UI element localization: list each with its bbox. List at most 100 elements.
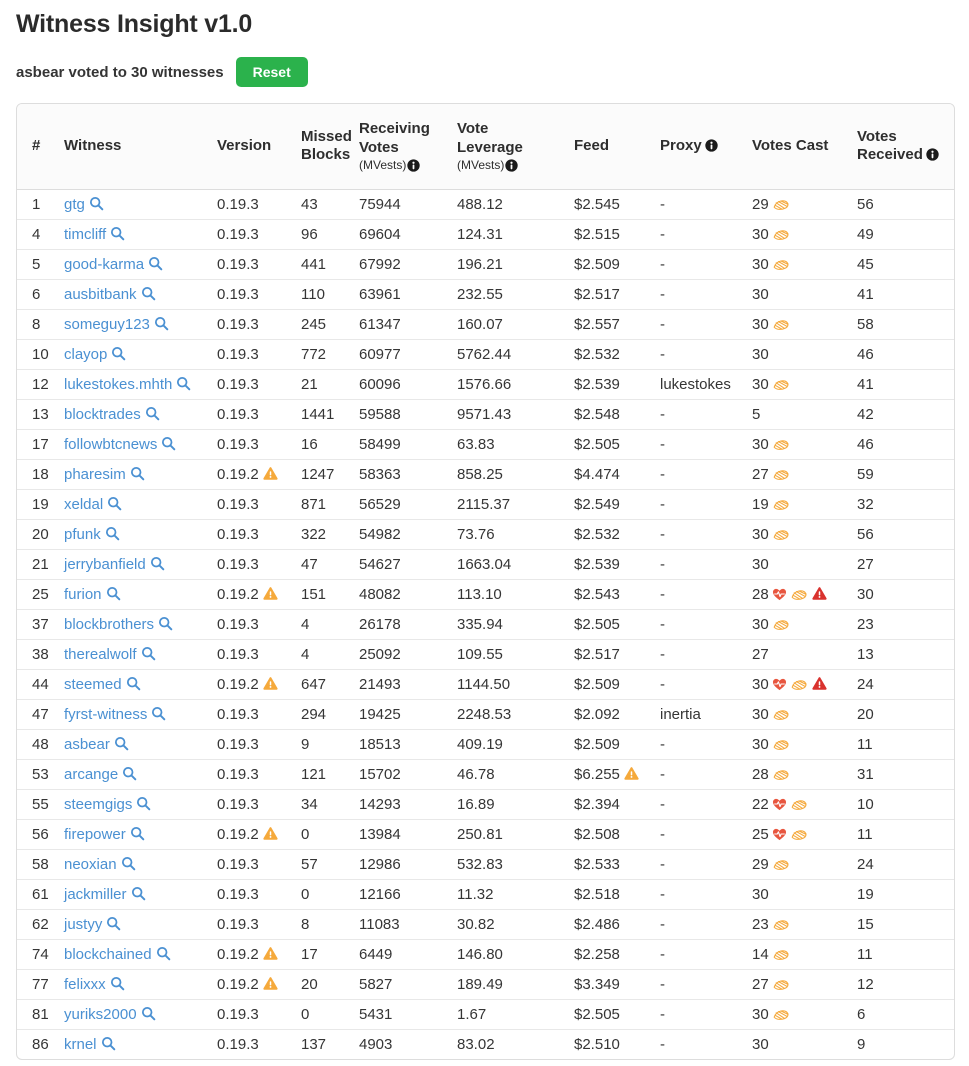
- table-row: 18 pharesim 0.19.2 1247 58363 858.25 $4.474-27…: [17, 458, 954, 489]
- rank-cell: 61: [17, 878, 56, 909]
- info-icon[interactable]: [406, 158, 420, 172]
- witness-link[interactable]: fyrst-witness: [64, 706, 147, 723]
- votes-received-cell: 24: [849, 668, 954, 699]
- witness-link[interactable]: followbtcnews: [64, 436, 157, 453]
- rank-cell: 77: [17, 968, 56, 999]
- witness-link[interactable]: firepower: [64, 826, 126, 843]
- version-cell: 0.19.3: [209, 308, 293, 339]
- proxy-cell: -: [652, 848, 744, 879]
- witness-link[interactable]: felixxx: [64, 976, 106, 993]
- handshake-icon: [787, 796, 808, 813]
- witness-link[interactable]: asbear: [64, 736, 110, 753]
- witness-link[interactable]: blockbrothers: [64, 616, 154, 633]
- vote-leverage-cell: 146.80: [449, 938, 566, 969]
- feed-cell: $2.543: [566, 578, 652, 609]
- search-icon[interactable]: [101, 526, 120, 543]
- missed-blocks-cell: 21: [293, 368, 351, 399]
- feed-cell: $2.557: [566, 308, 652, 339]
- votes-cast-cell: 29: [744, 189, 849, 219]
- search-icon[interactable]: [118, 766, 137, 783]
- witness-link[interactable]: justyy: [64, 916, 102, 933]
- search-icon[interactable]: [106, 226, 125, 243]
- witness-cell: felixxx: [56, 968, 209, 999]
- witness-link[interactable]: jerrybanfield: [64, 556, 146, 573]
- witness-cell: therealwolf: [56, 638, 209, 669]
- witness-link[interactable]: yuriks2000: [64, 1006, 137, 1023]
- search-icon[interactable]: [102, 586, 121, 603]
- votes-received-cell: 10: [849, 788, 954, 819]
- votes-received-cell: 11: [849, 728, 954, 759]
- witness-cell: jackmiller: [56, 878, 209, 909]
- search-icon[interactable]: [132, 796, 151, 813]
- search-icon[interactable]: [107, 346, 126, 363]
- proxy-cell: -: [652, 818, 744, 849]
- search-icon[interactable]: [126, 826, 145, 843]
- vote-leverage-cell: 1576.66: [449, 368, 566, 399]
- witness-link[interactable]: furion: [64, 586, 102, 603]
- search-icon[interactable]: [137, 286, 156, 303]
- witness-link[interactable]: arcange: [64, 766, 118, 783]
- witness-link[interactable]: steemed: [64, 676, 122, 693]
- search-icon[interactable]: [126, 466, 145, 483]
- votes-cast-cell: 30: [744, 428, 849, 459]
- search-icon[interactable]: [137, 1006, 156, 1023]
- search-icon[interactable]: [85, 196, 104, 213]
- search-icon[interactable]: [102, 916, 121, 933]
- witness-link[interactable]: ausbitbank: [64, 286, 137, 303]
- page-title: Witness Insight v1.0: [16, 10, 253, 38]
- witness-link[interactable]: pfunk: [64, 526, 101, 543]
- witness-link[interactable]: timcliff: [64, 226, 106, 243]
- search-icon[interactable]: [103, 496, 122, 513]
- witness-link[interactable]: neoxian: [64, 856, 117, 873]
- search-icon[interactable]: [147, 706, 166, 723]
- search-icon[interactable]: [152, 946, 171, 963]
- receiving-votes-cell: 54982: [351, 518, 449, 549]
- witness-link[interactable]: steemgigs: [64, 796, 132, 813]
- search-icon[interactable]: [146, 556, 165, 573]
- reset-button[interactable]: Reset: [235, 57, 308, 87]
- receiving-votes-cell: 54627: [351, 548, 449, 579]
- witness-cell: someguy123: [56, 308, 209, 339]
- search-icon[interactable]: [106, 976, 125, 993]
- info-icon[interactable]: [923, 146, 939, 163]
- witness-link[interactable]: krnel: [64, 1036, 97, 1053]
- witness-link[interactable]: pharesim: [64, 466, 126, 483]
- search-icon[interactable]: [154, 616, 173, 633]
- witness-link[interactable]: good-karma: [64, 256, 144, 273]
- witness-link[interactable]: someguy123: [64, 316, 150, 333]
- witness-link[interactable]: xeldal: [64, 496, 103, 513]
- receiving-votes-cell: 12166: [351, 878, 449, 909]
- missed-blocks-cell: 47: [293, 548, 351, 579]
- search-icon[interactable]: [110, 736, 129, 753]
- info-icon[interactable]: [702, 137, 718, 154]
- search-icon[interactable]: [127, 886, 146, 903]
- search-icon[interactable]: [150, 316, 169, 333]
- feed-cell: $2.548: [566, 398, 652, 429]
- search-icon[interactable]: [157, 436, 176, 453]
- witness-link[interactable]: jackmiller: [64, 886, 127, 903]
- witness-link[interactable]: gtg: [64, 196, 85, 213]
- votes-received-cell: 24: [849, 848, 954, 879]
- search-icon[interactable]: [144, 256, 163, 273]
- witness-link[interactable]: lukestokes.mhth: [64, 376, 172, 393]
- vote-leverage-cell: 189.49: [449, 968, 566, 999]
- witness-link[interactable]: blockchained: [64, 946, 152, 963]
- witness-link[interactable]: therealwolf: [64, 646, 137, 663]
- table-row: 47 fyrst-witness 0.19.3 294 19425 2248.53 $2.0…: [17, 698, 954, 729]
- witness-cell: gtg: [56, 189, 209, 219]
- receiving-votes-cell: 21493: [351, 668, 449, 699]
- info-icon[interactable]: [504, 158, 518, 172]
- witness-link[interactable]: clayop: [64, 346, 107, 363]
- search-icon[interactable]: [117, 856, 136, 873]
- search-icon[interactable]: [97, 1036, 116, 1053]
- votes-received-cell: 46: [849, 338, 954, 369]
- vote-leverage-cell: 1144.50: [449, 668, 566, 699]
- search-icon[interactable]: [141, 406, 160, 423]
- proxy-cell: -: [652, 338, 744, 369]
- witness-link[interactable]: blocktrades: [64, 406, 141, 423]
- search-icon[interactable]: [122, 676, 141, 693]
- missed-blocks-cell: 0: [293, 878, 351, 909]
- search-icon[interactable]: [172, 376, 191, 393]
- search-icon[interactable]: [137, 646, 156, 663]
- proxy-cell: -: [652, 1028, 744, 1059]
